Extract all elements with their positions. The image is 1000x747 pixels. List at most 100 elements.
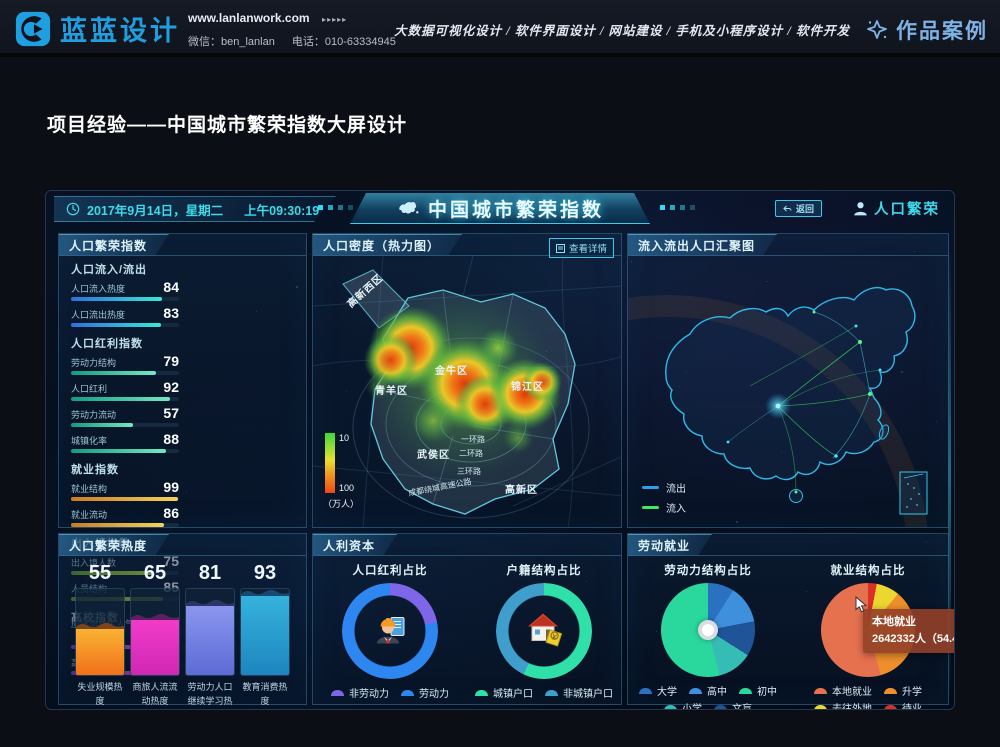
legend-item: 高中	[689, 683, 727, 698]
metric-section: 人口流入/流出人口流入热度84人口流出热度83	[59, 261, 306, 330]
sparkle-icon	[865, 18, 889, 42]
legend-label: 非劳动力	[349, 685, 389, 700]
panel-title: 人口繁荣指数	[59, 234, 169, 256]
chart-title: 人口红利占比	[353, 562, 428, 578]
tank-value: 93	[254, 562, 276, 588]
legend-swatch	[642, 506, 659, 509]
legend-item: 大学	[639, 683, 677, 698]
url-arrows: ▸▸▸▸▸	[322, 15, 347, 24]
portfolio-link[interactable]: 作品案例	[865, 15, 988, 45]
pie[interactable]	[661, 583, 755, 677]
metric-top: 人口流入热度84	[71, 278, 179, 295]
metric-bar-fill	[71, 323, 161, 327]
legend-label: 城镇户口	[493, 685, 533, 700]
metric-bar-fill	[71, 523, 164, 527]
metric: 人口流出热度83	[71, 304, 179, 330]
metric-bar-track	[71, 497, 179, 501]
legend-swatch	[814, 688, 827, 694]
view-detail-label: 查看详情	[569, 241, 607, 255]
donut[interactable]	[496, 583, 592, 679]
metric-section: 人口红利指数劳动力结构79人口红利92劳动力流动57城镇化率88	[59, 335, 306, 456]
legend-label: 升学	[902, 683, 922, 698]
phone-text: 电话：010-63334945	[292, 36, 396, 48]
metric: 就业结构99	[71, 478, 179, 504]
tank-column: 55失业规模热度	[75, 562, 125, 710]
metric: 人口红利92	[71, 378, 179, 404]
services-nav: 大数据可视化设计 / 软件界面设计 / 网站建设 / 手机及小程序设计 / 软件…	[394, 20, 850, 39]
metric-bar-track	[71, 523, 179, 527]
donut[interactable]	[342, 583, 438, 679]
china-outline	[666, 288, 915, 503]
panel-flow-map: 流入流出人口汇聚图	[627, 233, 949, 528]
donut-legend: 城镇户口非城镇户口	[475, 685, 613, 700]
worker-icon	[369, 608, 411, 650]
legend-swatch	[639, 688, 652, 694]
legend-label: 流入	[666, 500, 686, 515]
chengdu-heatmap[interactable]: 高新西区 金牛区 青羊区 锦江区 武侯区 高新区 一环路 二环路 三环路 成都绕…	[313, 256, 622, 528]
tank-value: 65	[144, 562, 166, 588]
legend-item: 流入	[642, 500, 686, 515]
site-url[interactable]: www.lanlanwork.com	[188, 11, 310, 25]
metric-section-title: 人口红利指数	[71, 335, 306, 351]
legend-item: 非城镇户口	[545, 685, 613, 700]
metric-value: 86	[163, 505, 179, 521]
tank-label: 教育消费热度	[240, 681, 290, 708]
tooltip-line2: 2642332人（54.4%）	[872, 631, 955, 648]
panel-human-capital: 人利资本 人口红利占比 非劳动力劳动力户籍结构占比 城镇户口非城镇户口	[312, 533, 622, 705]
road-label: 三环路	[457, 466, 481, 476]
heat-scale: 10 100 （万人）	[325, 433, 354, 493]
dashboard-screenshot: 2017年9月14日，星期二 上午09:30:19 中国城市繁荣指数 返回 人口…	[45, 190, 955, 710]
heat-scale-gradient	[325, 433, 335, 493]
logo[interactable]: 蓝蓝设计	[14, 9, 180, 48]
deco-squares-right	[660, 205, 695, 210]
legend-label: 流出	[666, 480, 686, 495]
scale-min: 10	[339, 433, 354, 443]
tank-fill	[76, 628, 124, 675]
starfield-glow	[46, 191, 48, 193]
contact-block: www.lanlanwork.com ▸▸▸▸▸ 微信：ben_lanlan 电…	[188, 9, 410, 49]
tank-fill	[186, 605, 234, 675]
metric-label: 就业结构	[71, 482, 107, 495]
metric-bar-fill	[71, 423, 133, 427]
tank-value: 81	[199, 562, 221, 588]
tank-column: 65商旅人流流动热度	[130, 562, 180, 710]
legend-item: 升学	[884, 683, 922, 698]
metric-top: 劳动力流动57	[71, 404, 179, 421]
tank-label: 失业规模热度	[75, 681, 125, 708]
tooltip-line1: 本地就业	[872, 614, 955, 631]
legend-swatch	[884, 705, 897, 711]
metric-value: 83	[163, 305, 179, 321]
pie[interactable]: 本地就业2642332人（54.4%）	[821, 583, 915, 677]
metric-value: 92	[163, 379, 179, 395]
view-detail-button[interactable]: 查看详情	[549, 238, 614, 258]
donut-chart: 户籍结构占比 城镇户口非城镇户口	[469, 558, 619, 700]
back-button[interactable]: 返回	[775, 200, 822, 217]
legend-swatch	[475, 690, 488, 696]
deco-squares-left	[318, 205, 353, 210]
legend-swatch	[401, 690, 414, 696]
district-label: 武侯区	[417, 448, 450, 461]
metric-bar-fill	[71, 371, 156, 375]
metric-value: 57	[163, 405, 179, 421]
donut-legend: 非劳动力劳动力	[331, 685, 449, 700]
panel-employment: 劳动就业 劳动力结构占比大学高中初中小学文盲就业结构占比本地就业2642332人…	[627, 533, 949, 705]
legend-item: 初中	[739, 683, 777, 698]
metric-label: 就业流动	[71, 508, 107, 521]
legend-swatch	[642, 486, 659, 489]
metric: 城镇化率88	[71, 430, 179, 456]
metric-bar-fill	[71, 497, 178, 501]
mouse-cursor-icon	[855, 596, 868, 619]
metric-bar-track	[71, 323, 179, 327]
panel-prosperity-heat: 人口繁荣热度 55失业规模热度65商旅人流流动热度81劳动力人口继续学习热度93…	[58, 533, 307, 705]
panel-title: 劳动就业	[628, 534, 712, 556]
metric-value: 84	[163, 279, 179, 295]
legend-item: 流出	[642, 480, 686, 495]
scale-unit: （万人）	[323, 497, 373, 510]
wechat-text: 微信：ben_lanlan	[188, 36, 275, 48]
metric-top: 人口流出热度83	[71, 304, 179, 321]
pie-chart: 劳动力结构占比大学高中初中小学文盲	[633, 558, 783, 710]
legend-label: 去往外地	[832, 700, 872, 710]
module-switcher[interactable]: 人口繁荣	[853, 198, 940, 219]
district-label: 青羊区	[375, 384, 408, 397]
legend-label: 小学	[682, 700, 702, 710]
